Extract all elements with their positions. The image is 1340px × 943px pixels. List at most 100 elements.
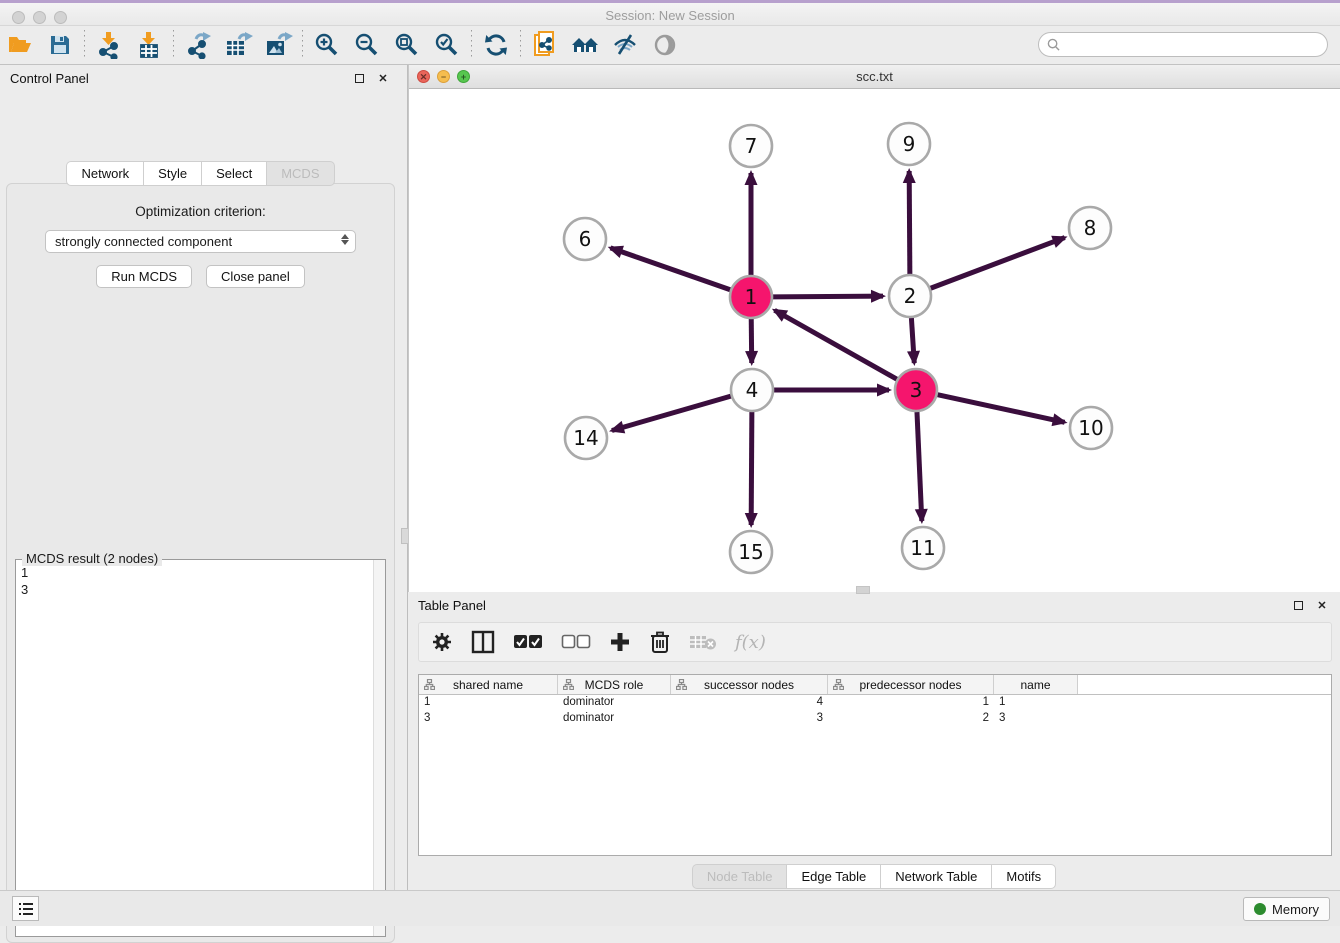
hide-eye-icon[interactable] — [605, 29, 645, 61]
mcds-result-text[interactable]: 1 3 — [17, 562, 372, 935]
mcds-result-scrollbar[interactable] — [373, 560, 385, 936]
delete-column-icon[interactable] — [649, 629, 671, 655]
search-input[interactable] — [1065, 38, 1327, 52]
table-cell[interactable]: 4 — [671, 695, 828, 711]
memory-button-label: Memory — [1272, 902, 1319, 917]
zoom-fit-icon[interactable] — [387, 29, 427, 61]
node-label-11: 11 — [910, 536, 935, 560]
table-header-row: shared nameMCDS rolesuccessor nodesprede… — [419, 675, 1331, 695]
node-label-1: 1 — [745, 285, 758, 309]
main-toolbar — [0, 26, 1340, 65]
network-window: ✕ − + scc.txt 7968124314101511 — [408, 65, 1340, 592]
table-cell[interactable]: 1 — [419, 695, 558, 711]
tab-network[interactable]: Network — [66, 161, 143, 186]
save-session-icon[interactable] — [40, 29, 80, 61]
column-header-name[interactable]: name — [994, 675, 1078, 694]
clear-checkboxes-icon[interactable] — [561, 629, 591, 655]
status-bar: Memory — [0, 890, 1340, 926]
home-icon[interactable] — [565, 29, 605, 61]
column-header-predecessor-nodes[interactable]: predecessor nodes — [828, 675, 994, 694]
table-cell[interactable]: dominator — [558, 711, 671, 727]
function-builder-icon: f(x) — [735, 629, 766, 655]
import-network-icon[interactable] — [89, 29, 129, 61]
tab-style[interactable]: Style — [143, 161, 201, 186]
table-cell[interactable]: 3 — [419, 711, 558, 727]
select-stepper-icon — [341, 234, 349, 245]
edge-2-9[interactable] — [909, 171, 910, 274]
horizontal-splitter-grip[interactable] — [856, 586, 870, 594]
memory-button[interactable]: Memory — [1243, 897, 1330, 921]
close-panel-button[interactable]: Close panel — [206, 265, 305, 288]
tab-motifs[interactable]: Motifs — [991, 864, 1056, 889]
zoom-selected-icon[interactable] — [427, 29, 467, 61]
refresh-icon[interactable] — [476, 29, 516, 61]
export-image-icon[interactable] — [258, 29, 298, 61]
vertical-splitter[interactable] — [401, 65, 408, 890]
edge-2-8[interactable] — [931, 238, 1065, 289]
optimization-criterion-select[interactable]: strongly connected component — [45, 230, 356, 253]
tab-node-table[interactable]: Node Table — [692, 864, 787, 889]
table-cell[interactable]: 1 — [994, 695, 1078, 711]
tab-select[interactable]: Select — [201, 161, 266, 186]
add-column-icon[interactable] — [609, 629, 631, 655]
edge-4-15[interactable] — [751, 412, 752, 525]
open-session-icon[interactable] — [0, 29, 40, 61]
edge-3-10[interactable] — [937, 395, 1064, 423]
eye-icon[interactable] — [645, 29, 685, 61]
export-network-icon[interactable] — [178, 29, 218, 61]
edge-1-6[interactable] — [610, 248, 730, 290]
close-panel-icon[interactable]: ✕ — [375, 70, 391, 86]
import-table-icon[interactable] — [129, 29, 169, 61]
optimization-criterion-value: strongly connected component — [55, 234, 232, 249]
copy-network-icon[interactable] — [525, 29, 565, 61]
network-maximize-icon[interactable]: + — [457, 70, 470, 83]
float-panel-icon[interactable] — [351, 70, 367, 86]
table-row[interactable]: 3dominator323 — [419, 711, 1331, 727]
export-table-icon[interactable] — [218, 29, 258, 61]
run-mcds-button[interactable]: Run MCDS — [96, 265, 192, 288]
float-table-panel-icon[interactable] — [1290, 597, 1306, 613]
column-header-filler — [1078, 675, 1331, 694]
column-header-successor-nodes[interactable]: successor nodes — [671, 675, 828, 694]
network-minimize-icon[interactable]: − — [437, 70, 450, 83]
edge-3-11[interactable] — [917, 412, 922, 521]
tab-mcds[interactable]: MCDS — [266, 161, 334, 186]
zoom-out-icon[interactable] — [347, 29, 387, 61]
search-field[interactable] — [1038, 32, 1328, 57]
table-cell[interactable]: 2 — [828, 711, 994, 727]
edge-3-1[interactable] — [775, 310, 897, 379]
window-title: Session: New Session — [0, 8, 1340, 23]
select-all-checkboxes-icon[interactable] — [513, 629, 543, 655]
toolbar-separator — [84, 30, 85, 60]
toolbar-separator — [302, 30, 303, 60]
toolbar-separator — [173, 30, 174, 60]
column-header-MCDS-role[interactable]: MCDS role — [558, 675, 671, 694]
table-cell[interactable]: 1 — [828, 695, 994, 711]
edge-2-3[interactable] — [911, 318, 914, 363]
table-row[interactable]: 1dominator411 — [419, 695, 1331, 711]
edge-1-2[interactable] — [773, 296, 883, 297]
table-cell[interactable]: 3 — [671, 711, 828, 727]
tab-network-table[interactable]: Network Table — [880, 864, 991, 889]
table-cell[interactable]: 3 — [994, 711, 1078, 727]
node-label-4: 4 — [746, 378, 759, 402]
zoom-in-icon[interactable] — [307, 29, 347, 61]
node-label-2: 2 — [904, 284, 917, 308]
task-history-button[interactable] — [12, 896, 39, 921]
table-cell[interactable]: dominator — [558, 695, 671, 711]
node-label-9: 9 — [903, 132, 916, 156]
control-panel: Control Panel ✕ NetworkStyleSelectMCDS O… — [0, 65, 401, 890]
tab-edge-table[interactable]: Edge Table — [786, 864, 880, 889]
list-icon — [18, 902, 34, 916]
search-icon — [1047, 38, 1060, 51]
mcds-tab-content: Optimization criterion: strongly connect… — [6, 183, 395, 943]
node-label-7: 7 — [745, 134, 758, 158]
network-window-titlebar[interactable]: ✕ − + scc.txt — [409, 65, 1340, 89]
split-columns-icon[interactable] — [471, 629, 495, 655]
network-canvas[interactable]: 7968124314101511 — [409, 89, 1340, 591]
edge-4-14[interactable] — [612, 396, 731, 430]
close-table-panel-icon[interactable]: ✕ — [1314, 597, 1330, 613]
network-close-icon[interactable]: ✕ — [417, 70, 430, 83]
column-header-shared-name[interactable]: shared name — [419, 675, 558, 694]
gear-icon[interactable] — [431, 629, 453, 655]
